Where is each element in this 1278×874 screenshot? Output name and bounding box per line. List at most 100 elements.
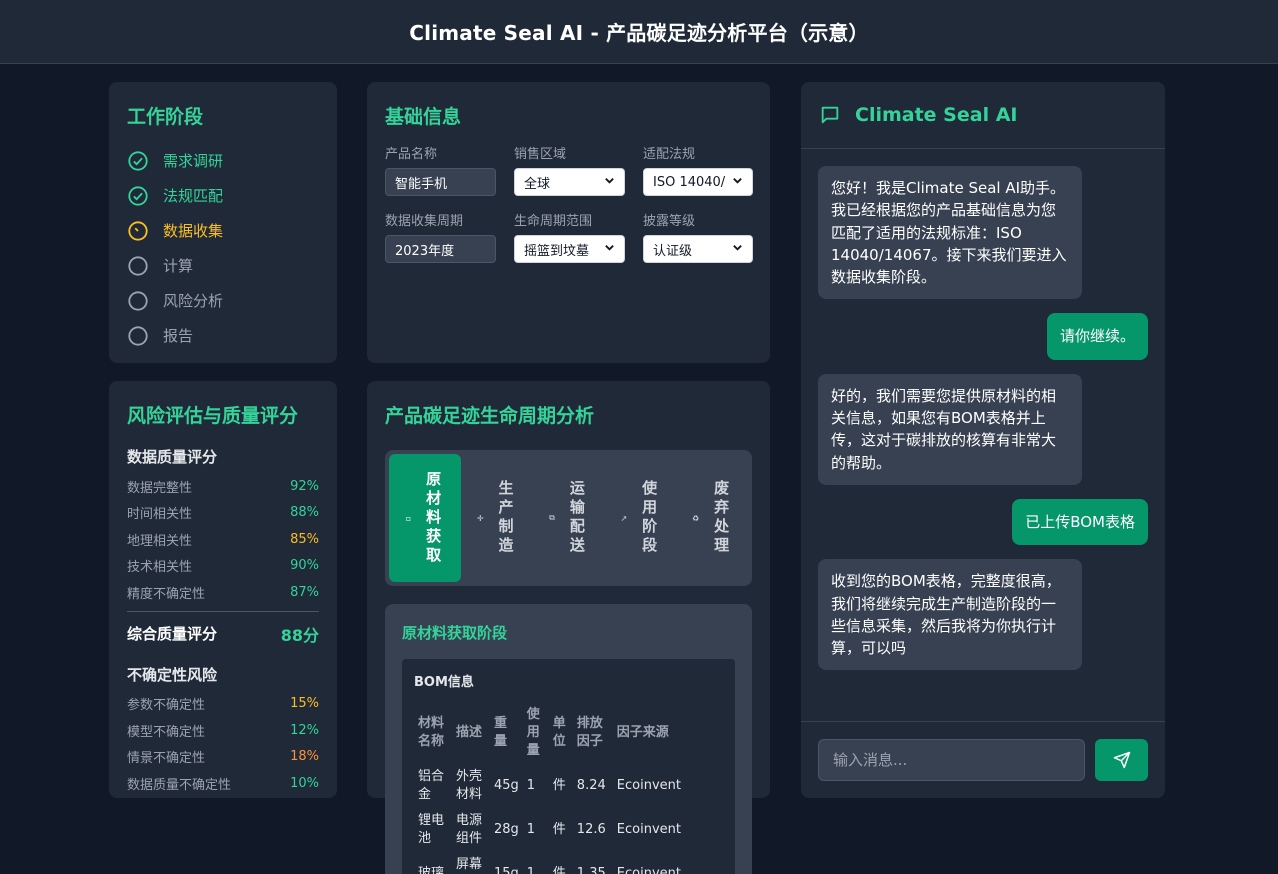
field-value: 全球: [524, 176, 551, 192]
metric-row: 技术相关性 90%: [127, 553, 319, 580]
basic-info-card: 基础信息 产品名称 智能手机 销售区域 全球 适配法规 ISO 14040/数据收集周期 2…: [367, 82, 770, 363]
bom-header-cell: 重量: [494, 716, 508, 749]
bom-cell: 铝合金: [418, 769, 445, 802]
stages-title: 工作阶段: [127, 106, 204, 128]
field-value: ISO 14040/: [653, 174, 726, 190]
table-row: 锂电池 电源组件 28g 1 件 12.6 Ecoinvent: [414, 808, 685, 852]
metric-value: 87%: [290, 584, 319, 600]
lifecycle-tabs: ▫ 原材料获取 ✛ 生产制造 ⧉ 运输配送 ↗ 使用阶段 ♻ 废弃处理: [385, 450, 752, 586]
table-row: 玻璃 屏幕材料 15g 1 件 1.35 Ecoinvent: [414, 852, 685, 874]
risk-title: 风险评估与质量评分: [127, 405, 299, 427]
tab-label: 生产制造: [496, 480, 515, 556]
lifecycle-tab[interactable]: ▫ 原材料获取: [389, 454, 461, 582]
bom-table: 材料名称 描述 重量 使用量 单位 排放因子 因子来源 铝合金 外壳材料 45g 1 件 8.24 Ec…: [414, 702, 685, 874]
lifecycle-tab[interactable]: ⧉ 运输配送: [533, 454, 605, 582]
chat-bubble-icon: [819, 104, 841, 126]
metric-value: 92%: [290, 478, 319, 494]
send-icon: [1113, 751, 1131, 769]
bom-title: BOM信息: [414, 675, 474, 690]
field-label: 产品名称: [385, 147, 438, 162]
uncertainty-list: 参数不确定性 15% 模型不确定性 12% 情景不确定性 18% 数据质量不确定性 10%: [127, 691, 319, 797]
select-field[interactable]: 摇篮到坟墓: [514, 235, 625, 263]
metric-label: 地理相关性: [127, 533, 193, 549]
chevron-down-icon: [732, 242, 743, 256]
stage-list: 需求调研法规匹配数据收集 计算 风险分析 报告: [127, 143, 319, 353]
bom-cell: 电源组件: [456, 813, 483, 846]
metric-label: 时间相关性: [127, 507, 193, 523]
overall-label: 综合质量评分: [127, 625, 218, 643]
bom-cell: 12.6: [576, 822, 606, 837]
chat-card: Climate Seal AI 您好！我是Climate Seal AI助手。我…: [801, 82, 1165, 798]
metric-label: 技术相关性: [127, 560, 193, 576]
text-field[interactable]: 智能手机: [385, 168, 496, 196]
tab-label: 废弃处理: [712, 480, 731, 556]
progress-circle-icon: [127, 220, 149, 242]
stages-card: 工作阶段 需求调研法规匹配数据收集 计算 风险分析 报告: [109, 82, 337, 363]
bom-cell: 1.35: [576, 866, 606, 874]
metric-row: 数据质量不确定性 10%: [127, 770, 319, 797]
empty-circle-icon: [127, 325, 149, 347]
phase-panel: 原材料获取阶段 BOM信息 材料名称 描述 重量 使用量 单位 排放因子 因子来源 铝合金外…: [385, 604, 752, 874]
stage-item[interactable]: 风险分析: [127, 283, 319, 318]
send-button[interactable]: [1095, 739, 1148, 781]
bom-cell: 15g: [494, 866, 519, 874]
empty-circle-icon: [127, 255, 149, 277]
top-bar: Climate Seal AI - 产品碳足迹分析平台（示意）: [0, 0, 1278, 64]
form-field: 生命周期范围摇篮到坟墓: [514, 210, 625, 263]
field-label: 披露等级: [643, 214, 696, 229]
metric-label: 数据完整性: [127, 480, 193, 496]
stage-item[interactable]: 数据收集: [127, 213, 319, 248]
select-field[interactable]: ISO 14040/: [643, 168, 753, 196]
chat-messages: 您好！我是Climate Seal AI助手。我已经根据您的产品基础信息为您匹配…: [801, 149, 1165, 721]
metric-row: 时间相关性 88%: [127, 500, 319, 527]
metric-value: 90%: [290, 558, 319, 574]
field-value: 智能手机: [395, 176, 448, 192]
ai-message: 好的，我们需要您提供原材料的相关信息，如果您有BOM表格并上传，这对于碳排放的核…: [818, 373, 1082, 485]
quality-list: 数据完整性 92% 时间相关性 88% 地理相关性 85% 技术相关性 90% 精度不确定性 87…: [127, 473, 319, 606]
form-field: 产品名称智能手机: [385, 143, 496, 196]
lifecycle-title: 产品碳足迹生命周期分析: [385, 405, 595, 427]
bom-cell: 8.24: [576, 778, 606, 793]
quality-head: 数据质量评分: [127, 448, 218, 466]
stage-item[interactable]: 法规匹配: [127, 178, 319, 213]
metric-row: 参数不确定性 15%: [127, 691, 319, 718]
check-circle-icon: [127, 150, 149, 172]
lifecycle-tab[interactable]: ↗ 使用阶段: [604, 454, 676, 582]
ai-message: 您好！我是Climate Seal AI助手。我已经根据您的产品基础信息为您匹配…: [818, 166, 1082, 300]
bom-cell: 1: [526, 778, 536, 793]
lifecycle-tab[interactable]: ✛ 生产制造: [461, 454, 533, 582]
field-label: 生命周期范围: [514, 214, 593, 229]
select-field[interactable]: 全球: [514, 168, 625, 196]
bom-header-cell: 材料名称: [418, 716, 445, 749]
metric-row: 模型不确定性 12%: [127, 717, 319, 744]
metric-label: 参数不确定性: [127, 698, 206, 714]
stage-item[interactable]: 计算: [127, 248, 319, 283]
metric-row: 情景不确定性 18%: [127, 744, 319, 771]
metric-value: 10%: [290, 775, 319, 791]
bom-cell: 28g: [494, 822, 519, 837]
lifecycle-tab[interactable]: ♻ 废弃处理: [676, 454, 748, 582]
basic-info-title: 基础信息: [385, 106, 462, 128]
form-field: 销售区域 全球: [514, 143, 625, 196]
bom-cell: 45g: [494, 778, 519, 793]
bom-cell: 件: [552, 822, 566, 837]
divider: [127, 610, 319, 612]
check-circle-icon: [127, 185, 149, 207]
stage-label: 需求调研: [163, 152, 224, 170]
ai-message: 收到您的BOM表格，完整度很高，我们将继续完成生产制造阶段的一些信息采集，然后我…: [818, 559, 1082, 671]
chat-input[interactable]: [818, 739, 1086, 781]
text-field[interactable]: 2023年度: [385, 235, 496, 263]
uncertainty-head: 不确定性风险: [127, 665, 218, 684]
metric-value: 12%: [290, 722, 319, 738]
select-field[interactable]: 认证级: [643, 235, 753, 263]
bom-header-cell: 单位: [552, 716, 566, 749]
overall-value: 88分: [280, 625, 319, 645]
phase-title: 原材料获取阶段: [402, 624, 508, 642]
chevron-down-icon: [732, 175, 743, 189]
bom-cell: Ecoinvent: [616, 778, 681, 793]
chat-title: Climate Seal AI: [855, 104, 1018, 126]
stage-item[interactable]: 需求调研: [127, 143, 319, 178]
stage-item[interactable]: 报告: [127, 318, 319, 353]
metric-label: 情景不确定性: [127, 751, 206, 767]
stage-label: 法规匹配: [163, 187, 224, 205]
